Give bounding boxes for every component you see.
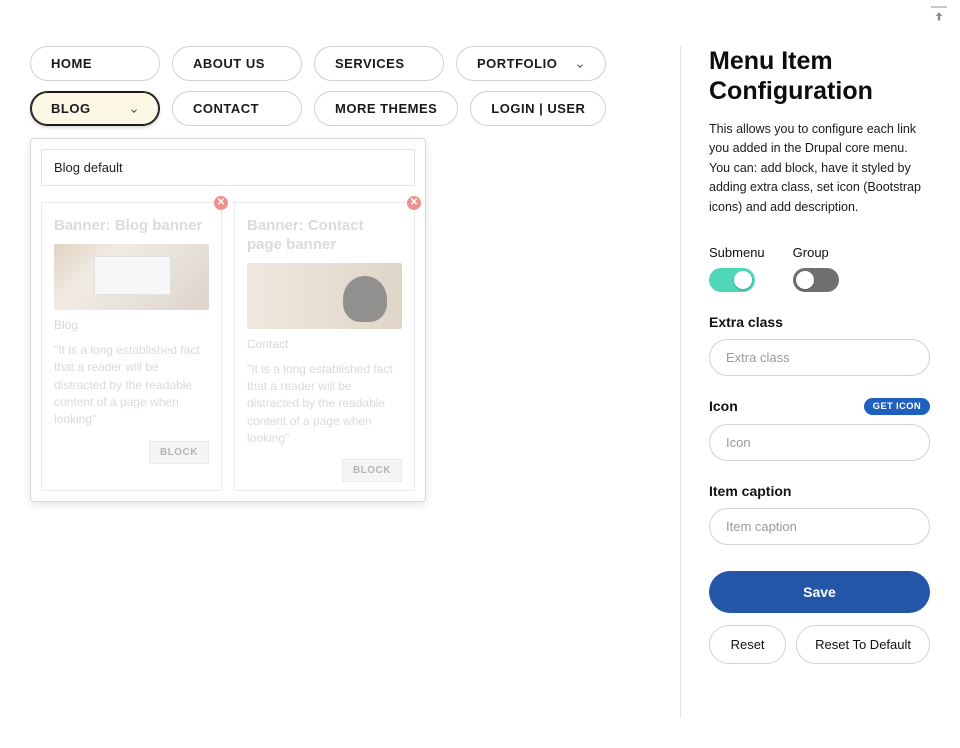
block-card[interactable]: ✕ Banner: Contact page banner Contact "I…	[234, 202, 415, 491]
block-card-title: Banner: Contact page banner	[247, 217, 402, 255]
block-card-thumbnail	[247, 263, 402, 329]
group-toggle[interactable]	[793, 268, 839, 292]
extra-class-label: Extra class	[709, 314, 783, 330]
nav-item-about-us[interactable]: ABOUT US	[172, 46, 302, 81]
block-card[interactable]: ✕ Banner: Blog banner Blog "It is a long…	[41, 202, 222, 491]
collapse-handle[interactable]	[930, 6, 948, 24]
nav-item-label: BLOG	[51, 101, 91, 116]
nav-item-services[interactable]: SERVICES	[314, 46, 444, 81]
icon-input[interactable]	[709, 424, 930, 461]
block-button[interactable]: BLOCK	[149, 441, 209, 464]
reset-to-default-button[interactable]: Reset To Default	[796, 625, 930, 664]
chevron-down-icon	[575, 59, 585, 69]
submenu-toggle-label: Submenu	[709, 245, 765, 260]
nav-item-label: CONTACT	[193, 101, 259, 116]
nav-item-label: MORE THEMES	[335, 101, 437, 116]
submenu-title-input[interactable]	[41, 149, 415, 186]
reset-button[interactable]: Reset	[709, 625, 786, 664]
nav-item-more-themes[interactable]: MORE THEMES	[314, 91, 458, 126]
nav-pills: HOME ABOUT US SERVICES PORTFOLIO BLOG	[30, 46, 650, 126]
save-button[interactable]: Save	[709, 571, 930, 613]
remove-block-icon[interactable]: ✕	[407, 196, 421, 210]
item-caption-label: Item caption	[709, 483, 791, 499]
get-icon-button[interactable]: GET ICON	[864, 398, 930, 415]
nav-item-login[interactable]: LOGIN | USER	[470, 91, 606, 126]
nav-item-portfolio[interactable]: PORTFOLIO	[456, 46, 606, 81]
nav-item-label: PORTFOLIO	[477, 56, 557, 71]
nav-item-label: SERVICES	[335, 56, 405, 71]
block-button[interactable]: BLOCK	[342, 459, 402, 482]
menu-preview-area: HOME ABOUT US SERVICES PORTFOLIO BLOG	[30, 46, 650, 718]
nav-item-label: LOGIN | USER	[491, 101, 585, 116]
nav-item-home[interactable]: HOME	[30, 46, 160, 81]
nav-item-label: ABOUT US	[193, 56, 265, 71]
chevron-down-icon	[129, 104, 139, 114]
block-card-description: "It is a long established fact that a re…	[54, 342, 209, 429]
nav-item-blog[interactable]: BLOG	[30, 91, 160, 126]
panel-title: Menu Item Configuration	[709, 46, 930, 106]
submenu-dropdown-panel: ✕ Banner: Blog banner Blog "It is a long…	[30, 138, 426, 502]
submenu-toggle[interactable]	[709, 268, 755, 292]
config-panel: Menu Item Configuration This allows you …	[680, 46, 930, 718]
group-toggle-label: Group	[793, 245, 839, 260]
block-card-title: Banner: Blog banner	[54, 217, 209, 236]
nav-item-contact[interactable]: CONTACT	[172, 91, 302, 126]
icon-label: Icon	[709, 398, 738, 414]
block-card-subtitle: Contact	[247, 337, 402, 351]
remove-block-icon[interactable]: ✕	[214, 196, 228, 210]
item-caption-input[interactable]	[709, 508, 930, 545]
block-card-description: "It is a long established fact that a re…	[247, 361, 402, 448]
block-card-subtitle: Blog	[54, 318, 209, 332]
extra-class-input[interactable]	[709, 339, 930, 376]
nav-item-label: HOME	[51, 56, 92, 71]
block-cards-row: ✕ Banner: Blog banner Blog "It is a long…	[41, 202, 415, 491]
panel-description: This allows you to configure each link y…	[709, 120, 930, 217]
block-card-thumbnail	[54, 244, 209, 310]
